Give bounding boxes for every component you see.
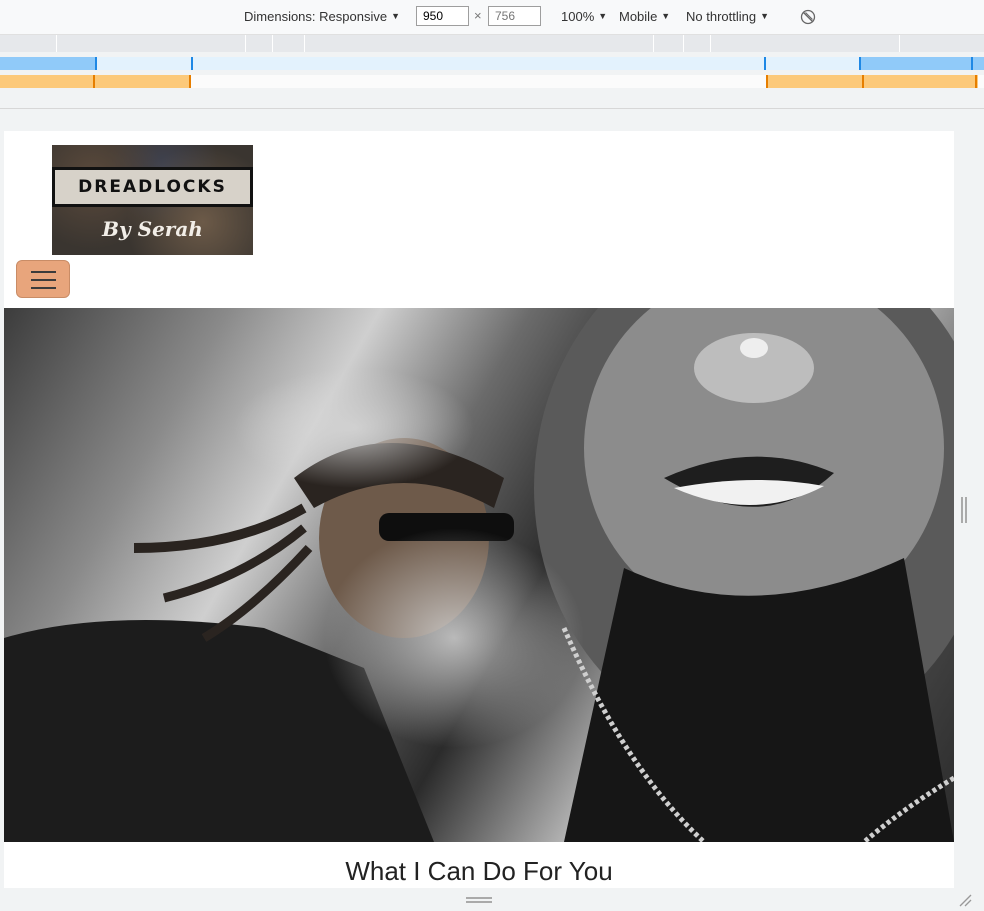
media-query-ruler xyxy=(0,35,984,52)
page-viewport[interactable]: DREADLOCKS By Serah What I Can Do For Yo… xyxy=(4,131,954,888)
media-query-marker xyxy=(862,75,864,88)
ruler-divider xyxy=(710,35,711,52)
media-query-marker xyxy=(93,75,95,88)
zoom-label: 100% xyxy=(561,9,595,24)
hamburger-menu-icon xyxy=(31,271,56,273)
media-query-marker xyxy=(859,57,861,70)
media-query-segment[interactable] xyxy=(0,75,191,88)
ruler-divider xyxy=(272,35,273,52)
section-title: What I Can Do For You xyxy=(345,856,613,886)
site-logo[interactable]: DREADLOCKS By Serah xyxy=(52,145,253,255)
logo-title: DREADLOCKS xyxy=(52,167,253,207)
resize-corner-icon[interactable] xyxy=(958,893,972,907)
media-query-marker xyxy=(971,57,973,70)
dropdown-arrow-icon: ▼ xyxy=(760,11,770,21)
media-query-segment[interactable] xyxy=(0,57,96,70)
media-query-marker xyxy=(975,75,977,88)
menu-toggle-button[interactable] xyxy=(16,260,70,298)
zoom-dropdown[interactable]: 100% ▼ xyxy=(561,9,607,24)
resize-handle-right[interactable] xyxy=(961,497,967,523)
media-query-marker xyxy=(766,75,768,88)
grip-line xyxy=(965,497,967,523)
media-query-max-width-bar xyxy=(0,75,984,88)
dropdown-arrow-icon: ▼ xyxy=(661,11,671,21)
ruler-divider xyxy=(653,35,654,52)
device-type-dropdown[interactable]: Mobile ▼ xyxy=(619,9,670,24)
ruler-divider xyxy=(899,35,900,52)
logo-subtitle: By Serah xyxy=(102,217,203,241)
throttling-label: No throttling xyxy=(686,9,757,24)
grip-line xyxy=(961,497,963,523)
height-input[interactable] xyxy=(488,6,541,26)
hero-illustration xyxy=(4,308,954,842)
rotate-icon[interactable] xyxy=(800,9,816,25)
media-query-marker xyxy=(95,57,97,70)
media-query-marker xyxy=(764,57,766,70)
media-query-segment[interactable] xyxy=(860,57,984,70)
dropdown-arrow-icon: ▼ xyxy=(391,11,400,21)
grip-line xyxy=(466,901,492,903)
ruler-divider xyxy=(304,35,305,52)
media-query-marker xyxy=(189,75,191,88)
media-query-segment[interactable] xyxy=(766,75,978,88)
ruler-divider xyxy=(245,35,246,52)
device-type-label: Mobile xyxy=(619,9,658,24)
hamburger-menu-icon xyxy=(31,279,56,281)
times-sign: × xyxy=(474,8,482,23)
ruler-divider xyxy=(56,35,57,52)
divider xyxy=(0,108,984,109)
throttling-dropdown[interactable]: No throttling ▼ xyxy=(686,9,769,24)
media-query-min-width-bar xyxy=(0,57,984,70)
dimensions-dropdown[interactable]: Dimensions: Responsive ▼ xyxy=(244,9,400,24)
resize-handle-bottom[interactable] xyxy=(466,897,492,903)
media-query-marker xyxy=(191,57,193,70)
dimensions-label: Dimensions: Responsive xyxy=(244,9,388,24)
hero-image xyxy=(4,308,954,842)
width-input[interactable] xyxy=(416,6,469,26)
grip-line xyxy=(466,897,492,899)
hamburger-menu-icon xyxy=(31,287,56,289)
device-toolbar: Dimensions: Responsive▼ × 100%▼ Mobile▼ … xyxy=(0,0,984,35)
dropdown-arrow-icon: ▼ xyxy=(598,11,608,21)
ruler-divider xyxy=(683,35,684,52)
